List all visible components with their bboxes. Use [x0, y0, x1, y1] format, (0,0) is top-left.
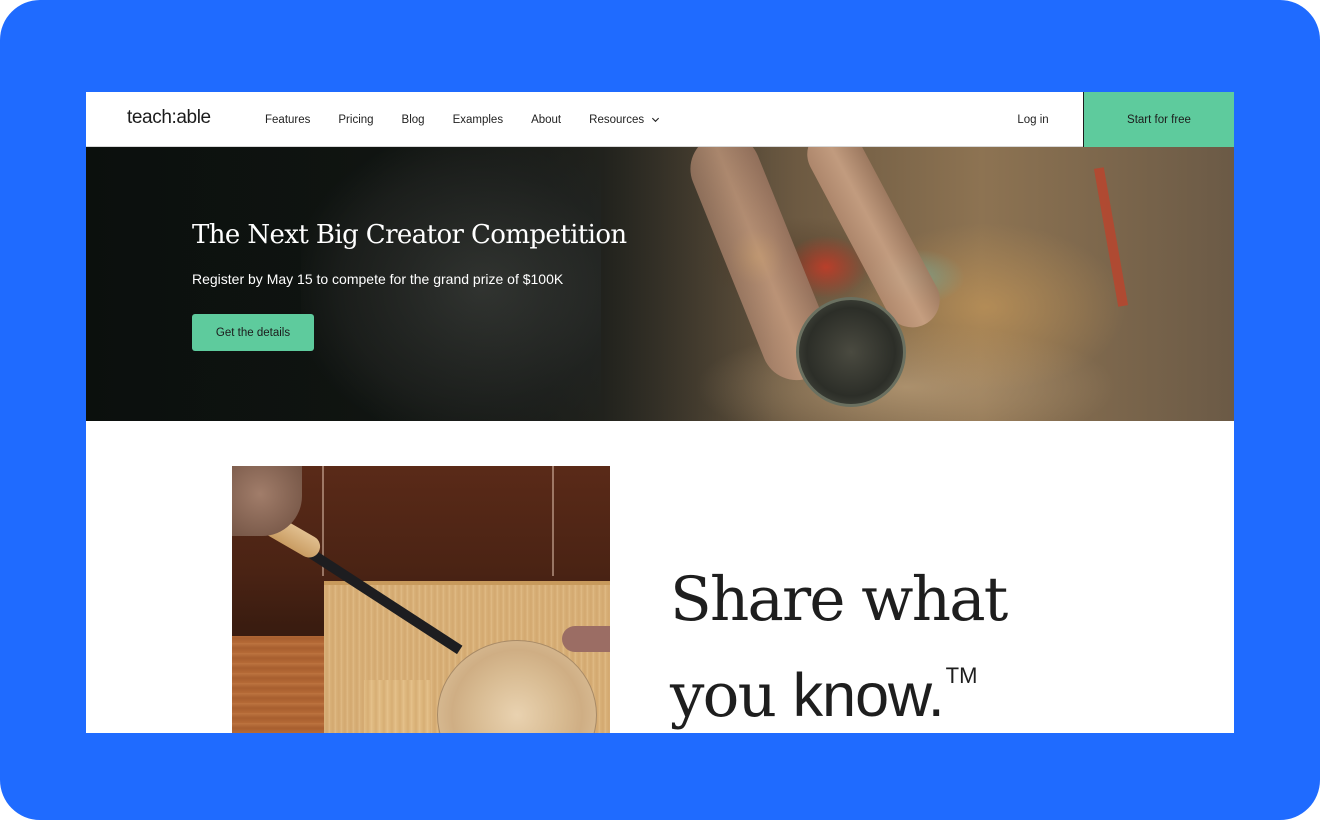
blue-frame-background: teach:able Features Pricing Blog Example…: [0, 0, 1320, 820]
tagline-heading: Share what you know.TM: [670, 562, 1008, 733]
get-the-details-button[interactable]: Get the details: [192, 314, 314, 351]
image-wood-block: [364, 680, 430, 733]
nav-link-resources-label: Resources: [589, 113, 645, 126]
chevron-down-icon: [652, 117, 660, 123]
hero-title: The Next Big Creator Competition: [192, 220, 627, 250]
login-link[interactable]: Log in: [983, 92, 1083, 147]
trademark-symbol: TM: [945, 663, 978, 688]
image-table: [232, 636, 326, 733]
nav-link-examples[interactable]: Examples: [453, 114, 504, 126]
hero-subtitle: Register by May 15 to compete for the gr…: [192, 271, 564, 287]
nav-links: Features Pricing Blog Examples About Res…: [265, 92, 688, 147]
image-hand: [562, 626, 610, 652]
start-for-free-button[interactable]: Start for free: [1083, 92, 1234, 147]
nav-link-pricing[interactable]: Pricing: [338, 114, 373, 126]
teachable-logo[interactable]: teach:able: [127, 107, 211, 129]
top-navigation: teach:able Features Pricing Blog Example…: [86, 92, 1234, 147]
woodcarving-image: [232, 466, 610, 733]
webpage: teach:able Features Pricing Blog Example…: [86, 92, 1234, 733]
nav-link-blog[interactable]: Blog: [402, 114, 425, 126]
tagline-know: know.: [792, 661, 945, 729]
nav-link-about[interactable]: About: [531, 114, 561, 126]
tagline-line-2: you know.TM: [670, 638, 1006, 733]
tagline-line-1: Share what: [670, 564, 1008, 635]
image-apron-stitch: [552, 466, 554, 576]
nav-link-resources[interactable]: Resources: [589, 114, 660, 126]
nav-link-features[interactable]: Features: [265, 114, 310, 126]
hero-banner: The Next Big Creator Competition Registe…: [86, 147, 1234, 421]
tagline-you: you: [670, 660, 793, 731]
